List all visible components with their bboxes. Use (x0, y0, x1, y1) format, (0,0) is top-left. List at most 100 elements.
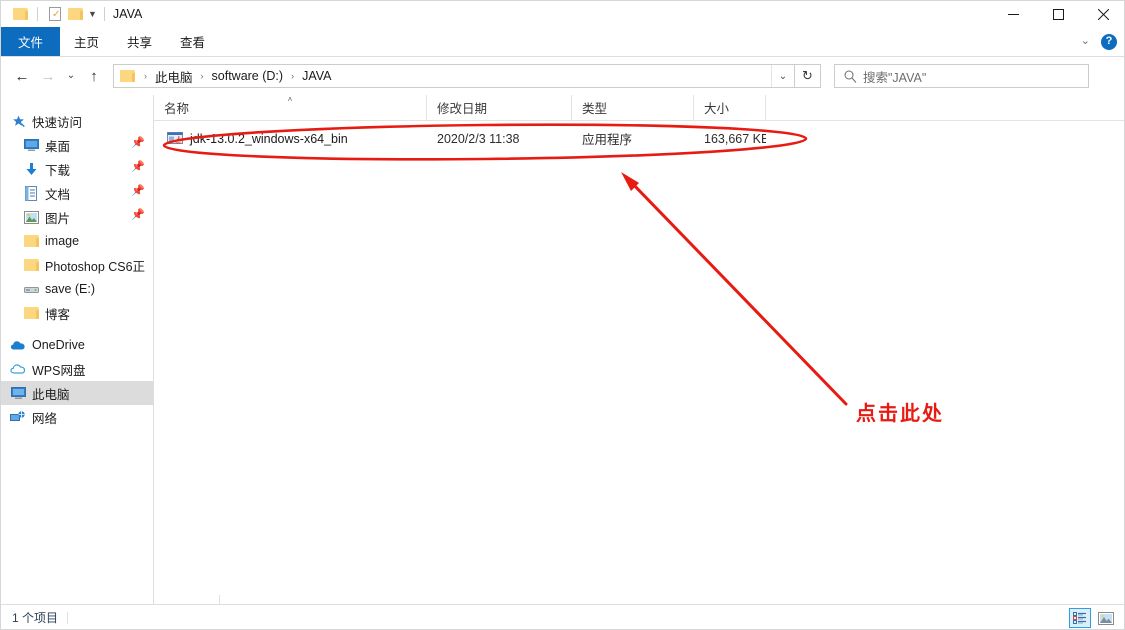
sidebar-item-wps-cloud[interactable]: WPS网盘 (1, 357, 153, 381)
breadcrumb[interactable]: › 此电脑 › software (D:) › JAVA ⌄ (113, 64, 795, 88)
file-size-cell: 163,667 KB (704, 131, 766, 146)
sidebar-item-label: save (E:) (45, 282, 96, 296)
search-input[interactable]: 搜索"JAVA" (863, 67, 926, 86)
download-icon (23, 161, 39, 177)
file-list-pane: 名称 ˄ 修改日期 类型 大小 jdk-13.0.2_windows-x64_b… (154, 95, 1124, 604)
sidebar-item-label: Photoshop CS6正 (45, 259, 146, 274)
address-bar: ← → ⌄ ↑ › 此电脑 › software (D:) › JAVA ⌄ ↻… (1, 57, 1124, 95)
sidebar-item-label: OneDrive (32, 338, 85, 352)
tab-file[interactable]: 文件 (1, 27, 61, 56)
maximize-button[interactable] (1036, 1, 1081, 27)
pane-divider (219, 595, 220, 604)
sidebar-item-downloads[interactable]: 下载 📌 (1, 157, 153, 181)
column-header-name[interactable]: 名称 ˄ (154, 95, 427, 120)
file-explorer-window: ✓ ▼ JAVA 文件 主页 共享 查看 ⌄ ? ← → ⌄ ↑ › 此电脑 ›… (0, 0, 1125, 630)
properties-icon[interactable]: ✓ (45, 4, 65, 24)
pin-icon[interactable]: 📌 (131, 138, 145, 149)
column-header-size-label: 大小 (704, 102, 730, 116)
breadcrumb-separator-0: › (144, 70, 147, 81)
view-mode-buttons (1069, 608, 1124, 628)
file-date-cell: 2020/2/3 11:38 (437, 131, 520, 146)
close-button[interactable] (1081, 1, 1124, 27)
column-header-size[interactable]: 大小 (694, 95, 766, 120)
main-content: 快速访问 桌面 📌 下载 📌 文档 📌 图片 📌 image Photoshop… (1, 95, 1124, 604)
sidebar-item-label: image (45, 234, 80, 248)
folder-icon (23, 233, 39, 249)
navigation-pane: 快速访问 桌面 📌 下载 📌 文档 📌 图片 📌 image Photoshop… (1, 95, 154, 604)
sidebar-item-image[interactable]: image (1, 229, 153, 253)
folder-icon[interactable] (10, 4, 30, 24)
sidebar-item-this-pc[interactable]: 此电脑 (1, 381, 153, 405)
sidebar-item-label: 网络 (32, 411, 58, 426)
onedrive-icon (10, 337, 26, 353)
breadcrumb-item-software-d[interactable]: software (D:) (209, 69, 287, 83)
sidebar-item-label: 图片 (45, 211, 71, 226)
file-type-cell: 应用程序 (582, 133, 633, 147)
sidebar-item-label: 博客 (45, 307, 71, 322)
sidebar-item-documents[interactable]: 文档 📌 (1, 181, 153, 205)
desktop-icon (23, 137, 39, 153)
pictures-icon (23, 209, 39, 225)
table-row[interactable]: jdk-13.0.2_windows-x64_bin 2020/2/3 11:3… (154, 126, 1124, 151)
breadcrumb-item-java[interactable]: JAVA (299, 69, 334, 83)
sidebar-item-label: WPS网盘 (32, 363, 86, 378)
breadcrumb-folder-icon (120, 70, 135, 82)
column-header-date[interactable]: 修改日期 (427, 95, 572, 120)
item-count-label: 1 个项目 (1, 612, 69, 624)
new-folder-icon[interactable] (65, 4, 85, 24)
breadcrumb-separator-1: › (200, 70, 204, 81)
column-header-date-label: 修改日期 (437, 102, 488, 116)
help-icon[interactable]: ? (1101, 33, 1117, 50)
sidebar-item-save-e[interactable]: save (E:) (1, 277, 153, 301)
search-box[interactable]: 搜索"JAVA" (834, 64, 1089, 88)
pin-icon[interactable]: 📌 (131, 210, 145, 221)
sidebar-item-desktop[interactable]: 桌面 📌 (1, 133, 153, 157)
quick-access-toolbar: ✓ ▼ JAVA (1, 1, 142, 27)
toolbar-separator-2 (103, 7, 105, 21)
folder-icon (23, 305, 39, 321)
large-icons-view-icon[interactable] (1095, 608, 1117, 628)
ribbon-tab-bar: 文件 主页 共享 查看 ⌄ ? (1, 27, 1124, 57)
status-bar: 1 个项目 (1, 604, 1124, 629)
title-bar: ✓ ▼ JAVA (1, 1, 1124, 27)
refresh-icon[interactable]: ↻ (795, 64, 821, 88)
sort-ascending-icon: ˄ (287, 95, 293, 104)
forward-button[interactable]: → (35, 63, 61, 89)
minimize-button[interactable] (991, 1, 1036, 27)
sidebar-item-pictures[interactable]: 图片 📌 (1, 205, 153, 229)
back-button[interactable]: ← (9, 63, 35, 89)
window-controls (991, 1, 1124, 27)
pin-icon[interactable]: 📌 (131, 162, 145, 173)
sidebar-item-quick-access[interactable]: 快速访问 (1, 109, 153, 133)
java-installer-icon (167, 129, 183, 148)
breadcrumb-chevron-down-icon[interactable]: ⌄ (771, 65, 794, 87)
tab-share[interactable]: 共享 (113, 27, 166, 56)
details-view-icon[interactable] (1069, 608, 1091, 628)
sidebar-item-label: 此电脑 (32, 387, 70, 402)
wps-cloud-icon (10, 361, 26, 377)
search-icon (844, 70, 857, 83)
tab-view[interactable]: 查看 (166, 27, 219, 56)
breadcrumb-item-this-pc[interactable]: 此电脑 (152, 67, 196, 86)
folder-icon (23, 257, 39, 273)
sidebar-item-network[interactable]: 网络 (1, 405, 153, 429)
up-button[interactable]: ↑ (81, 63, 107, 89)
column-header-type-label: 类型 (582, 102, 608, 116)
sidebar-item-label: 下载 (45, 163, 71, 178)
sidebar-item-photoshop-cs6[interactable]: Photoshop CS6正 (1, 253, 153, 277)
ribbon-expand-chevron-down-icon[interactable]: ⌄ (1081, 36, 1090, 47)
column-header-type[interactable]: 类型 (572, 95, 694, 120)
pin-icon[interactable]: 📌 (131, 186, 145, 197)
column-header-name-label: 名称 (164, 102, 190, 116)
breadcrumb-separator-2: › (291, 70, 295, 81)
sidebar-item-blog[interactable]: 博客 (1, 301, 153, 325)
toolbar-separator-1 (37, 7, 38, 21)
quick-access-chevron-down-icon[interactable]: ▼ (88, 9, 97, 19)
recent-locations-chevron-down-icon[interactable]: ⌄ (61, 63, 81, 89)
drive-icon (23, 281, 39, 297)
network-icon (10, 409, 26, 425)
file-name-cell[interactable]: jdk-13.0.2_windows-x64_bin (154, 129, 427, 148)
sidebar-item-onedrive[interactable]: OneDrive (1, 333, 153, 357)
tab-home[interactable]: 主页 (60, 27, 113, 56)
